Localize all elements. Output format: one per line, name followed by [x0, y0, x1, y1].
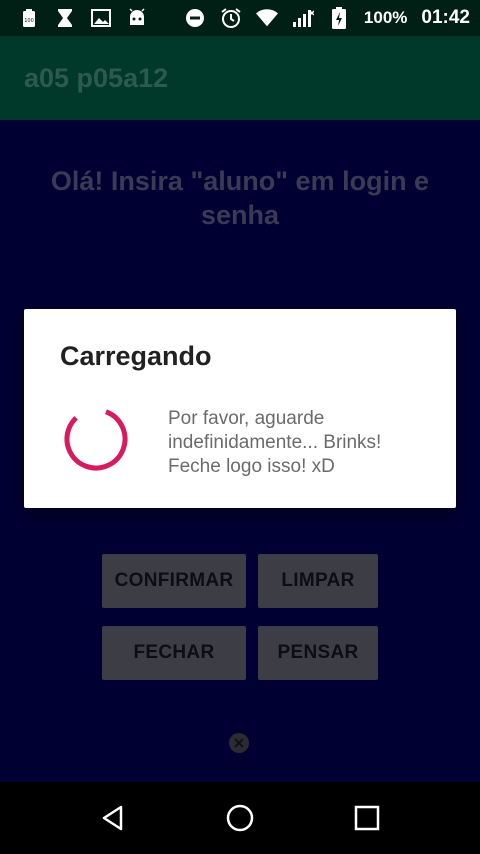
screen: 100 100% 01:42 a05 p05a12 Olá! Insira "a…	[0, 0, 480, 854]
back-icon[interactable]	[83, 788, 143, 848]
do-not-disturb-icon	[184, 7, 206, 29]
home-icon[interactable]	[210, 788, 270, 848]
battery-charging-icon	[328, 7, 350, 29]
signal-icon	[292, 7, 314, 29]
navigation-bar	[0, 782, 480, 854]
loading-dialog: Carregando Por favor, aguarde indefinida…	[24, 309, 456, 508]
android-icon	[126, 7, 148, 29]
status-bar-left: 100	[18, 7, 148, 29]
progress-spinner-icon	[62, 405, 130, 473]
pensar-button[interactable]: PENSAR	[258, 626, 378, 680]
hourglass-icon	[54, 7, 76, 29]
wifi-icon	[255, 7, 278, 29]
app-bar: a05 p05a12	[0, 36, 480, 120]
fechar-button[interactable]: FECHAR	[102, 626, 246, 680]
dialog-message: Por favor, aguarde indefinidamente... Br…	[168, 408, 382, 477]
clock: 01:42	[421, 7, 470, 28]
image-icon	[90, 7, 112, 29]
close-icon[interactable]	[229, 733, 249, 753]
alarm-icon	[220, 7, 242, 29]
recents-icon[interactable]	[337, 788, 397, 848]
battery-percent: 100%	[363, 8, 408, 27]
svg-text:100: 100	[24, 18, 34, 24]
dialog-title: Carregando	[60, 341, 212, 371]
limpar-button[interactable]: LIMPAR	[258, 554, 378, 608]
status-bar: 100 100% 01:42	[0, 0, 480, 36]
headline: Olá! Insira "aluno" em login e senha	[50, 166, 430, 230]
confirmar-button[interactable]: CONFIRMAR	[102, 554, 246, 608]
app-title: a05 p05a12	[24, 62, 169, 93]
status-bar-right: 100% 01:42	[184, 7, 470, 29]
notification-icon: 100	[18, 7, 40, 29]
